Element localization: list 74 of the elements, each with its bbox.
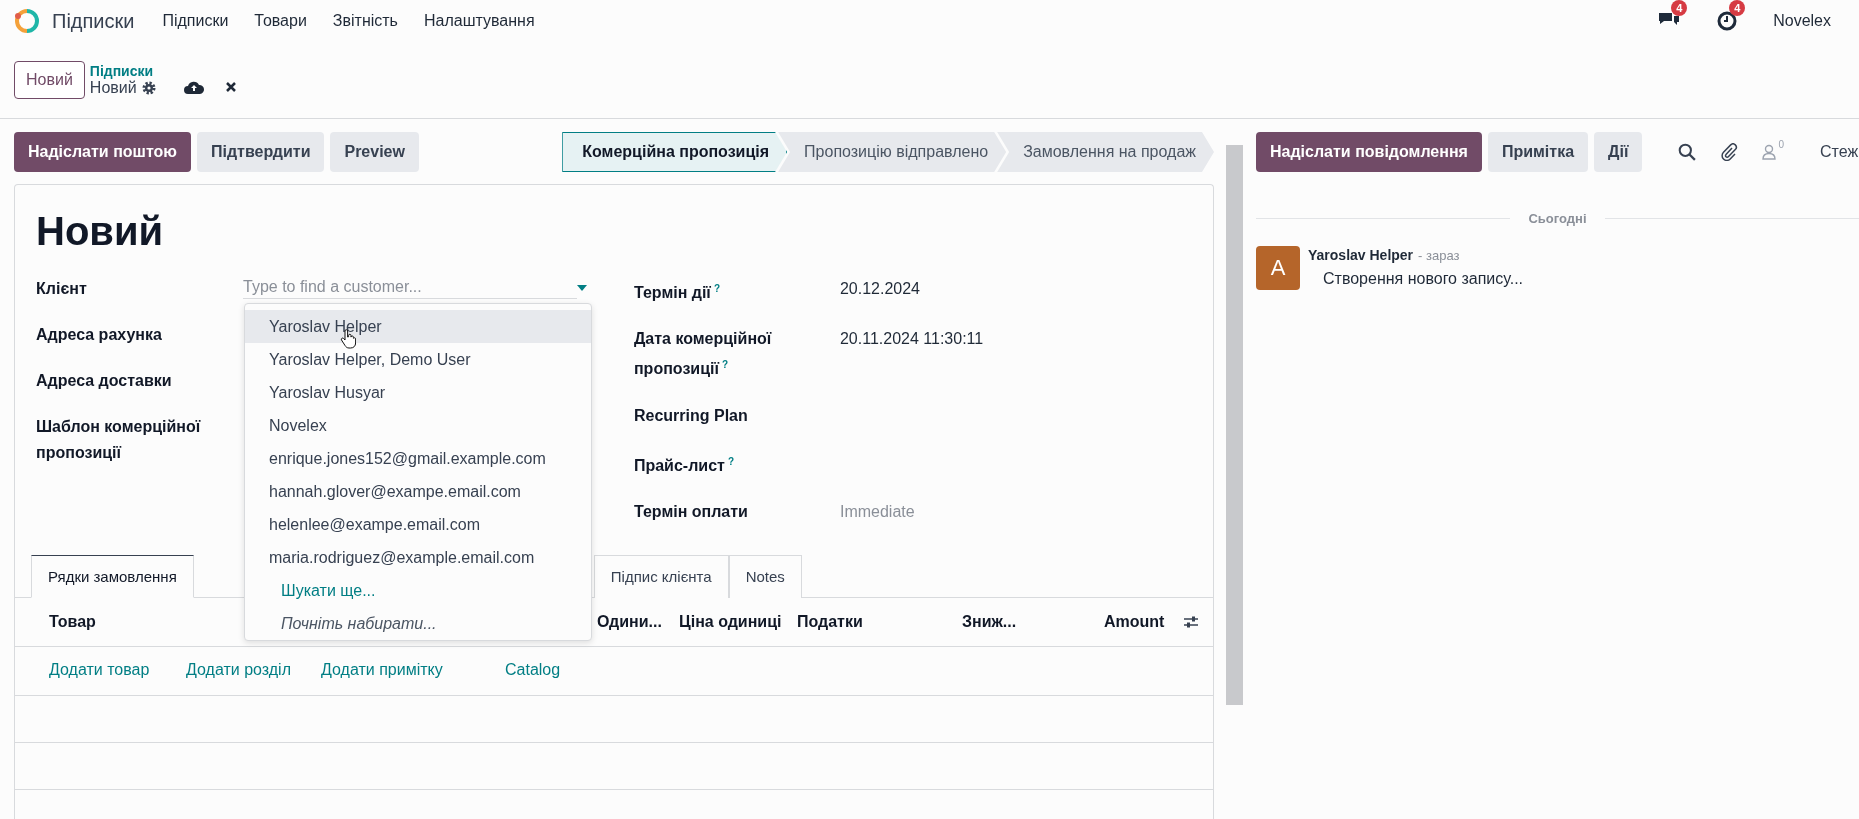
customer-field[interactable]: Type to find a customer... <box>243 276 577 299</box>
customer-option[interactable]: hannah.glover@exampe.email.com <box>245 475 591 508</box>
chatter-button[interactable]: Дії <box>1594 132 1643 172</box>
message-author: Yaroslav Helper <box>1308 247 1414 263</box>
chatter-button[interactable]: Надіслати повідомлення <box>1256 132 1482 172</box>
cloud-upload-icon[interactable] <box>182 79 205 95</box>
field-value[interactable]: 20.12.2024 <box>839 276 920 302</box>
dropdown-hint: Почніть набирати... <box>280 614 438 634</box>
action-button[interactable]: Підтвердити <box>196 132 325 172</box>
add-line-link[interactable]: Catalog <box>505 661 561 679</box>
chatter-button[interactable]: Примітка <box>1487 132 1589 172</box>
follower-count: 0 <box>1778 139 1784 150</box>
column-header[interactable]: Amount <box>1104 613 1165 631</box>
notification-badge: 4 <box>1671 0 1688 16</box>
column-header[interactable]: Одини... <box>597 613 662 631</box>
sliders-icon[interactable] <box>1183 614 1199 630</box>
field-label: Дата комерційної пропозиції $^{?}$ <box>633 329 773 380</box>
add-line-link[interactable]: Додати товар <box>49 661 150 679</box>
customer-option[interactable]: enrique.jones152@gmail.example.com <box>245 442 591 475</box>
breadcrumb-link[interactable]: Підписки <box>89 63 157 79</box>
status-stage[interactable]: Замовлення на продаж <box>997 132 1214 172</box>
customer-option[interactable]: maria.rodriguez@example.email.com <box>245 541 591 574</box>
app-logo-icon[interactable] <box>14 8 40 34</box>
customer-option[interactable]: Novelex <box>245 409 591 442</box>
help-tooltip[interactable]: ? <box>727 455 734 467</box>
customer-option[interactable]: Yaroslav Helper <box>245 310 591 343</box>
notification-badge: 4 <box>1729 0 1746 16</box>
column-header[interactable]: Податки <box>797 613 863 631</box>
field-label: Клієнт <box>36 279 88 299</box>
field-label: Прайс-лист $^{?}$ <box>633 454 735 476</box>
status-stage[interactable]: Пропозицію відправлено <box>778 132 1007 172</box>
field-label: Шаблон комерційної пропозиції <box>36 417 202 463</box>
customer-option[interactable]: helenlee@exampe.email.com <box>245 508 591 541</box>
action-button[interactable]: Надіслати поштою <box>14 132 191 172</box>
date-separator: Сьогодні <box>1528 211 1587 226</box>
record-title: Новий <box>36 209 165 254</box>
search-more-link[interactable]: Шукати ще... <box>245 574 591 607</box>
app-name[interactable]: Підписки <box>52 9 135 33</box>
menu-item[interactable]: Звітність <box>332 12 398 30</box>
new-button[interactable]: Новий <box>14 61 85 99</box>
breadcrumb-current: Новий <box>89 79 137 97</box>
status-stage[interactable]: Комерційна пропозиція <box>562 132 788 172</box>
customer-option[interactable]: Yaroslav Husyar <box>245 376 591 409</box>
gear-icon[interactable] <box>140 80 157 96</box>
message-time: - зараз <box>1418 248 1460 263</box>
field-value[interactable]: 20.11.2024 11:30:11 <box>839 326 984 353</box>
customer-option[interactable]: Yaroslav Helper, Demo User <box>245 343 591 376</box>
company-name[interactable]: Novelex <box>1773 12 1831 30</box>
field-label: Адреса рахунка <box>36 325 163 345</box>
menu-item[interactable]: Товари <box>254 12 307 30</box>
add-line-link[interactable]: Додати примітку <box>321 661 443 679</box>
avatar: A <box>1256 246 1300 290</box>
field-label: Термін оплати <box>633 502 749 522</box>
field-label: Адреса доставки <box>36 371 173 391</box>
notebook-tab[interactable]: Підпис клієнта <box>593 555 729 598</box>
help-tooltip[interactable]: ? <box>713 283 720 294</box>
add-line-link[interactable]: Додати розділ <box>186 661 291 679</box>
follow-link[interactable]: Стеж <box>1819 143 1859 161</box>
field-label: Термін дії $^{?}$ <box>633 282 721 304</box>
column-header[interactable]: Ціна одиниці <box>679 613 782 631</box>
close-icon[interactable] <box>224 81 237 93</box>
column-header[interactable]: Зниж... <box>962 613 1017 631</box>
notebook-tab[interactable]: Notes <box>728 555 802 598</box>
column-header[interactable]: Товар <box>49 613 96 631</box>
message-text: Створення нового запису... <box>1322 270 1524 288</box>
help-tooltip[interactable]: ? <box>721 359 729 371</box>
action-button[interactable]: Preview <box>330 132 419 172</box>
field-label: Recurring Plan <box>633 405 749 426</box>
search-icon[interactable] <box>1678 143 1697 161</box>
caret-icon[interactable] <box>577 284 587 291</box>
paperclip-icon[interactable] <box>1720 143 1739 161</box>
notebook-tab[interactable]: Рядки замовлення <box>31 555 194 598</box>
menu-item[interactable]: Налаштування <box>423 12 535 30</box>
menu-item[interactable]: Підписки <box>162 12 229 30</box>
